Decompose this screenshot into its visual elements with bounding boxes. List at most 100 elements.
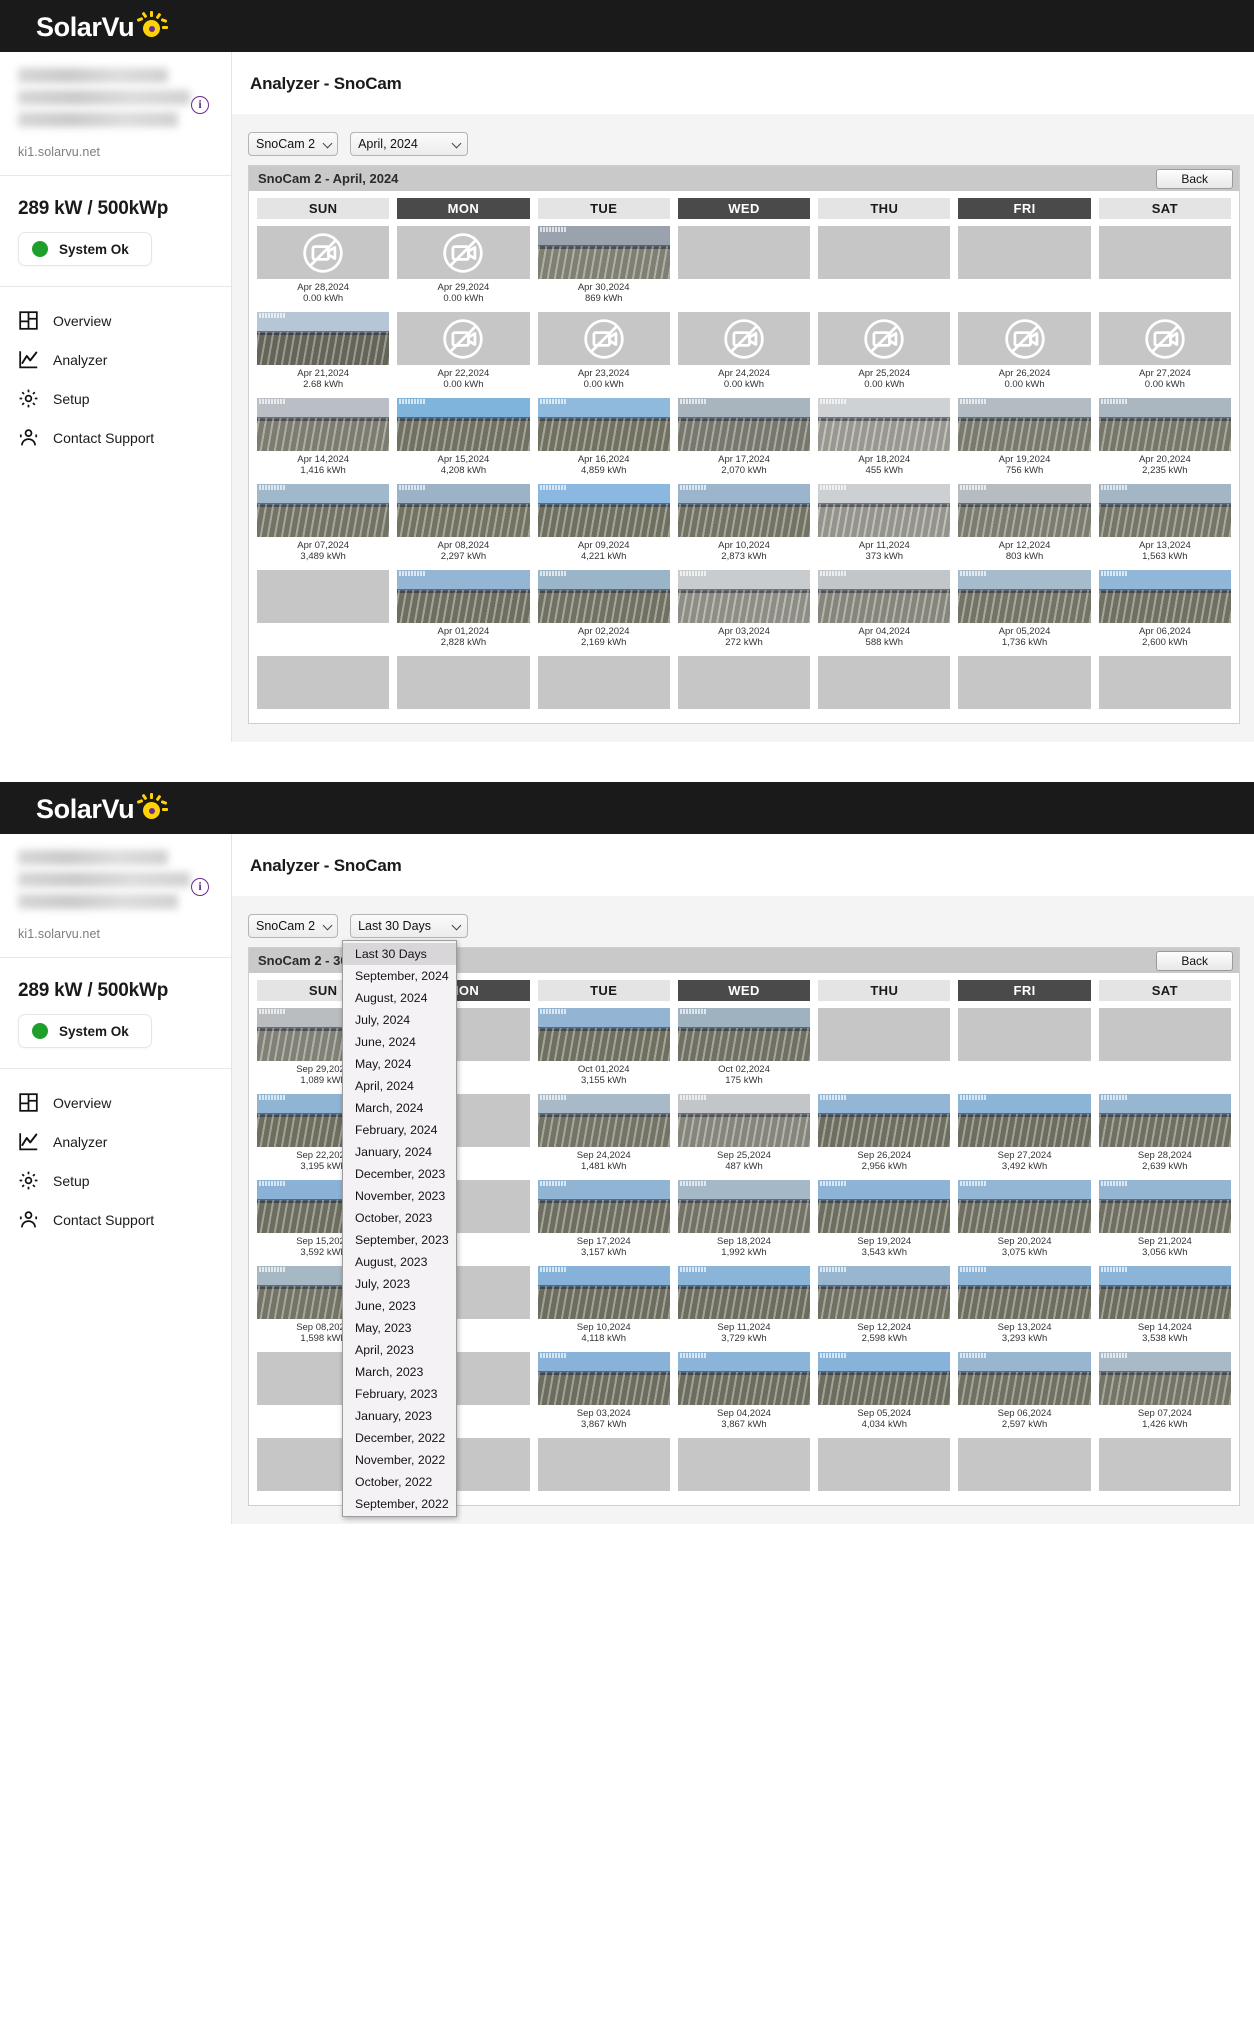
camera-select[interactable]: SnoCam 2	[248, 914, 339, 938]
calendar-cell[interactable]: Sep 18,2024 1,992 kWh	[677, 1180, 811, 1258]
calendar-cell[interactable]: Apr 19,2024 756 kWh	[958, 398, 1091, 476]
dropdown-option[interactable]: November, 2023	[343, 1185, 456, 1207]
camera-photo-thumbnail[interactable]	[958, 1352, 1091, 1405]
camera-photo-thumbnail[interactable]	[537, 484, 670, 537]
camera-photo-thumbnail[interactable]	[677, 1094, 811, 1147]
calendar-cell[interactable]: Sep 17,2024 3,157 kWh	[537, 1180, 670, 1258]
camera-photo-thumbnail[interactable]	[818, 1094, 951, 1147]
calendar-cell[interactable]: Sep 19,2024 3,543 kWh	[818, 1180, 951, 1258]
dropdown-option[interactable]: December, 2022	[343, 1427, 456, 1449]
calendar-cell[interactable]: Sep 24,2024 1,481 kWh	[537, 1094, 670, 1172]
dropdown-option[interactable]: March, 2023	[343, 1361, 456, 1383]
calendar-cell[interactable]: Apr 12,2024 803 kWh	[958, 484, 1091, 562]
calendar-cell[interactable]: Sep 12,2024 2,598 kWh	[818, 1266, 951, 1344]
sidebar-item-overview[interactable]: Overview	[0, 301, 231, 340]
camera-photo-thumbnail[interactable]	[958, 1094, 1091, 1147]
calendar-cell[interactable]: Sep 05,2024 4,034 kWh	[818, 1352, 951, 1430]
calendar-cell[interactable]: Apr 07,2024 3,489 kWh	[257, 484, 390, 562]
calendar-cell[interactable]: Sep 06,2024 2,597 kWh	[958, 1352, 1091, 1430]
camera-photo-thumbnail[interactable]	[818, 1266, 951, 1319]
camera-photo-thumbnail[interactable]	[537, 1352, 670, 1405]
dropdown-option[interactable]: July, 2024	[343, 1009, 456, 1031]
dropdown-option[interactable]: March, 2024	[343, 1097, 456, 1119]
period-select[interactable]: April, 2024	[350, 132, 469, 156]
camera-photo-thumbnail[interactable]	[677, 570, 811, 623]
calendar-cell[interactable]: Apr 14,2024 1,416 kWh	[257, 398, 390, 476]
sidebar-item-contact-support[interactable]: Contact Support	[0, 1200, 231, 1239]
camera-photo-thumbnail[interactable]	[537, 226, 670, 279]
camera-photo-thumbnail[interactable]	[818, 398, 951, 451]
calendar-cell[interactable]: Apr 01,2024 2,828 kWh	[397, 570, 530, 648]
calendar-cell[interactable]: Sep 26,2024 2,956 kWh	[818, 1094, 951, 1172]
calendar-cell[interactable]: Oct 01,2024 3,155 kWh	[537, 1008, 670, 1086]
calendar-cell[interactable]: Sep 28,2024 2,639 kWh	[1098, 1094, 1231, 1172]
camera-photo-thumbnail[interactable]	[818, 570, 951, 623]
camera-photo-thumbnail[interactable]	[537, 570, 670, 623]
dropdown-option[interactable]: January, 2024	[343, 1141, 456, 1163]
camera-photo-thumbnail[interactable]	[257, 312, 390, 365]
camera-photo-thumbnail[interactable]	[677, 1008, 811, 1061]
calendar-cell[interactable]: Apr 04,2024 588 kWh	[818, 570, 951, 648]
camera-photo-thumbnail[interactable]	[1098, 570, 1231, 623]
camera-photo-thumbnail[interactable]	[397, 398, 530, 451]
camera-photo-thumbnail[interactable]	[537, 1266, 670, 1319]
calendar-cell[interactable]: Apr 18,2024 455 kWh	[818, 398, 951, 476]
camera-photo-thumbnail[interactable]	[397, 570, 530, 623]
dropdown-option[interactable]: Last 30 Days	[343, 943, 456, 965]
sidebar-item-setup[interactable]: Setup	[0, 379, 231, 418]
dropdown-option[interactable]: October, 2023	[343, 1207, 456, 1229]
camera-photo-thumbnail[interactable]	[537, 1180, 670, 1233]
camera-photo-thumbnail[interactable]	[958, 484, 1091, 537]
calendar-cell[interactable]: Sep 04,2024 3,867 kWh	[677, 1352, 811, 1430]
dropdown-option[interactable]: November, 2022	[343, 1449, 456, 1471]
camera-photo-thumbnail[interactable]	[397, 484, 530, 537]
sidebar-item-analyzer[interactable]: Analyzer	[0, 1122, 231, 1161]
camera-photo-thumbnail[interactable]	[958, 1266, 1091, 1319]
camera-photo-thumbnail[interactable]	[537, 398, 670, 451]
dropdown-option[interactable]: June, 2024	[343, 1031, 456, 1053]
camera-photo-thumbnail[interactable]	[677, 1266, 811, 1319]
info-icon[interactable]: i	[191, 96, 209, 114]
camera-photo-thumbnail[interactable]	[1098, 398, 1231, 451]
calendar-cell[interactable]: Apr 30,2024 869 kWh	[537, 226, 670, 304]
camera-photo-thumbnail[interactable]	[1098, 1352, 1231, 1405]
dropdown-option[interactable]: September, 2023	[343, 1229, 456, 1251]
calendar-cell[interactable]: Sep 27,2024 3,492 kWh	[958, 1094, 1091, 1172]
calendar-cell[interactable]: Sep 13,2024 3,293 kWh	[958, 1266, 1091, 1344]
camera-photo-thumbnail[interactable]	[677, 484, 811, 537]
camera-photo-thumbnail[interactable]	[958, 398, 1091, 451]
dropdown-option[interactable]: June, 2023	[343, 1295, 456, 1317]
camera-photo-thumbnail[interactable]	[677, 1352, 811, 1405]
dropdown-option[interactable]: September, 2024	[343, 965, 456, 987]
camera-photo-thumbnail[interactable]	[537, 1094, 670, 1147]
sidebar-item-analyzer[interactable]: Analyzer	[0, 340, 231, 379]
dropdown-option[interactable]: April, 2023	[343, 1339, 456, 1361]
solarvu-logo[interactable]: SolarVu	[36, 11, 169, 41]
camera-photo-thumbnail[interactable]	[818, 1352, 951, 1405]
calendar-cell[interactable]: Sep 25,2024 487 kWh	[677, 1094, 811, 1172]
calendar-cell[interactable]: Sep 07,2024 1,426 kWh	[1098, 1352, 1231, 1430]
info-icon[interactable]: i	[191, 878, 209, 896]
status-badge[interactable]: System Ok	[18, 232, 152, 266]
calendar-cell[interactable]: Apr 08,2024 2,297 kWh	[397, 484, 530, 562]
calendar-cell[interactable]: Sep 03,2024 3,867 kWh	[537, 1352, 670, 1430]
dropdown-option[interactable]: July, 2023	[343, 1273, 456, 1295]
camera-photo-thumbnail[interactable]	[1098, 484, 1231, 537]
calendar-cell[interactable]: Apr 10,2024 2,873 kWh	[677, 484, 811, 562]
solarvu-logo[interactable]: SolarVu	[36, 793, 169, 823]
camera-photo-thumbnail[interactable]	[677, 1180, 811, 1233]
dropdown-option[interactable]: April, 2024	[343, 1075, 456, 1097]
sidebar-item-contact-support[interactable]: Contact Support	[0, 418, 231, 457]
calendar-cell[interactable]: Apr 03,2024 272 kWh	[677, 570, 811, 648]
back-button[interactable]: Back	[1156, 950, 1233, 971]
dropdown-option[interactable]: December, 2023	[343, 1163, 456, 1185]
calendar-cell[interactable]: Sep 14,2024 3,538 kWh	[1098, 1266, 1231, 1344]
dropdown-option[interactable]: August, 2023	[343, 1251, 456, 1273]
status-badge[interactable]: System Ok	[18, 1014, 152, 1048]
calendar-cell[interactable]: Sep 21,2024 3,056 kWh	[1098, 1180, 1231, 1258]
calendar-cell[interactable]: Sep 20,2024 3,075 kWh	[958, 1180, 1091, 1258]
camera-select[interactable]: SnoCam 2	[248, 132, 339, 156]
camera-photo-thumbnail[interactable]	[257, 398, 390, 451]
camera-photo-thumbnail[interactable]	[958, 1180, 1091, 1233]
calendar-cell[interactable]: Apr 17,2024 2,070 kWh	[677, 398, 811, 476]
